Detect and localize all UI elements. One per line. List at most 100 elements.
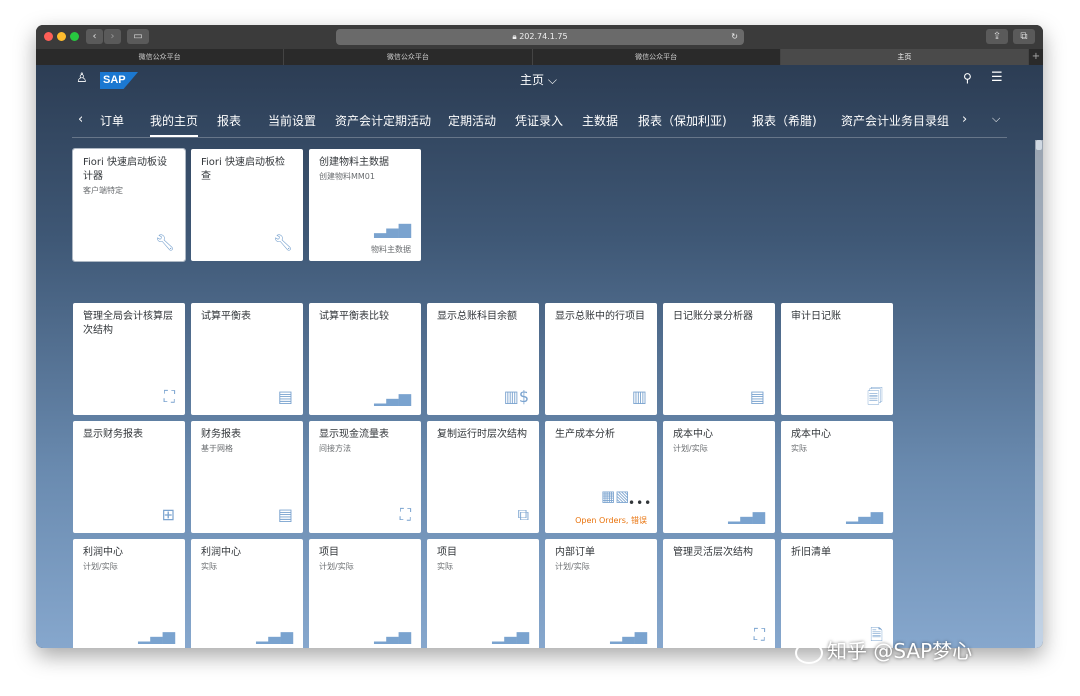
tile-title: 成本中心 bbox=[673, 429, 713, 440]
scrollbar[interactable] bbox=[1035, 140, 1043, 648]
bar-chart-icon: ▂▄▆ bbox=[374, 219, 411, 238]
tile-journal-analyzer[interactable]: 日记账分录分析器 ▤ bbox=[663, 303, 775, 415]
watermark: 知乎 @SAP梦心 bbox=[795, 635, 972, 664]
anchor-item-asset-periodic[interactable]: 资产会计定期活动 bbox=[335, 112, 431, 129]
tile-launchpad-designer[interactable]: Fiori 快速启动板设计器 客户端特定 🔧︎ bbox=[72, 148, 186, 262]
copy-hierarchy-icon: ⧉ bbox=[517, 505, 529, 524]
tile-title: 审计日记账 bbox=[791, 311, 841, 322]
tile-production-cost[interactable]: 生产成本分析 ▦▧ ••• Open Orders, 错误 bbox=[545, 421, 657, 533]
tile-cost-center-plan[interactable]: 成本中心 计划/实际 ▁▃▅ bbox=[663, 421, 775, 533]
wrench-icon: 🔧︎ bbox=[154, 233, 175, 252]
fiori-launchpad: ♙ SAP 主页 ⌵ ⚲ ☰ ‹ 订单 我的主页 报表 当前设置 资产会计定期活… bbox=[36, 65, 1043, 648]
tile-title: 内部订单 bbox=[555, 547, 595, 558]
tile-warning: Open Orders, 错误 bbox=[575, 516, 647, 525]
tile-title: 显示总账科目余额 bbox=[437, 311, 517, 322]
tile-internal-order[interactable]: 内部订单 计划/实际 ▁▃▅ bbox=[545, 539, 657, 648]
compare-chart-icon: ▁▃▅ bbox=[610, 625, 647, 644]
tile-financial-statement[interactable]: 显示财务报表 ⊞ bbox=[73, 421, 185, 533]
browser-tab-active[interactable]: 主页 bbox=[780, 49, 1029, 65]
tile-title: 项目 bbox=[437, 547, 457, 558]
anchor-item-reports[interactable]: 报表 bbox=[217, 112, 241, 129]
tile-subtitle: 实际 bbox=[791, 444, 807, 453]
tile-gl-balance[interactable]: 显示总账科目余额 ▥$ bbox=[427, 303, 539, 415]
browser-tab[interactable]: 微信公众平台 bbox=[36, 49, 285, 65]
hierarchy-icon: ⛶ bbox=[163, 387, 175, 406]
tile-launchpad-check[interactable]: Fiori 快速启动板检查 🔧︎ bbox=[191, 149, 303, 261]
chevron-down-icon[interactable]: ⌵ bbox=[992, 112, 1000, 126]
more-icon[interactable]: ••• bbox=[628, 496, 652, 510]
tile-title: 试算平衡表比较 bbox=[319, 311, 389, 322]
zoom-window-button[interactable] bbox=[70, 32, 79, 41]
chevron-right-icon[interactable]: › bbox=[962, 112, 967, 127]
share-icon[interactable]: ⇪ bbox=[986, 29, 1008, 44]
tile-title: 复制运行时层次结构 bbox=[437, 429, 527, 440]
tile-title: 显示财务报表 bbox=[83, 429, 143, 440]
tile-subtitle: 计划/实际 bbox=[83, 562, 118, 571]
browser-tab[interactable]: 微信公众平台 bbox=[284, 49, 533, 65]
tile-cash-flow[interactable]: 显示现金流量表 间接方法 ⛶ bbox=[309, 421, 421, 533]
report-icon: ▤ bbox=[749, 387, 765, 406]
chevron-left-icon[interactable]: ‹ bbox=[78, 112, 83, 127]
tile-profit-center-plan[interactable]: 利润中心 计划/实际 ▁▃▅ bbox=[73, 539, 185, 648]
hierarchy-icon: ⛶ bbox=[399, 505, 411, 524]
user-icon[interactable]: ♙ bbox=[76, 71, 88, 86]
search-icon[interactable]: ⚲ bbox=[963, 71, 972, 85]
anchor-item-periodic[interactable]: 定期活动 bbox=[448, 112, 496, 129]
tile-depreciation-list[interactable]: 折旧清单 🗎 bbox=[781, 539, 893, 648]
line-items-icon: ▥ bbox=[631, 387, 647, 406]
sidebar-toggle-icon[interactable]: ▭ bbox=[127, 29, 149, 44]
wrench-icon: 🔧︎ bbox=[272, 233, 293, 252]
address-text: 202.74.1.75 bbox=[519, 32, 568, 41]
tile-subtitle: 计划/实际 bbox=[673, 444, 708, 453]
tile-financial-report-grid[interactable]: 财务报表 基于网格 ▤ bbox=[191, 421, 303, 533]
notifications-menu-icon[interactable]: ☰ bbox=[991, 70, 1003, 85]
tile-project-plan[interactable]: 项目 计划/实际 ▁▃▅ bbox=[309, 539, 421, 648]
anchor-item-orders[interactable]: 订单 bbox=[100, 112, 124, 129]
shell-title-menu[interactable]: 主页 ⌵ bbox=[520, 71, 557, 88]
anchor-item-journal-entry[interactable]: 凭证录入 bbox=[515, 112, 563, 129]
tile-trial-balance[interactable]: 试算平衡表 ▤ bbox=[191, 303, 303, 415]
tile-title: 管理全局会计核算层次结构 bbox=[83, 311, 173, 336]
anchor-item-reports-greece[interactable]: 报表（希腊) bbox=[752, 112, 817, 129]
anchor-item-my-home[interactable]: 我的主页 bbox=[150, 112, 199, 137]
anchor-item-reports-bulgaria[interactable]: 报表（保加利亚) bbox=[638, 112, 727, 129]
address-bar[interactable]: 🔒︎ 202.74.1.75 ↻ bbox=[336, 29, 744, 45]
tile-subtitle: 实际 bbox=[437, 562, 453, 571]
financial-statement-icon: ⊞ bbox=[161, 505, 175, 524]
tile-gl-line-items[interactable]: 显示总账中的行项目 ▥ bbox=[545, 303, 657, 415]
new-tab-icon[interactable]: + bbox=[1029, 49, 1043, 65]
report-icon: ▤ bbox=[277, 505, 293, 524]
tile-create-material[interactable]: 创建物料主数据 创建物料MM01 ▂▄▆ 物料主数据 bbox=[309, 149, 421, 261]
anchor-item-current-settings[interactable]: 当前设置 bbox=[268, 112, 316, 129]
tabs-overview-icon[interactable]: ⧉ bbox=[1013, 29, 1035, 44]
balance-icon: ▥$ bbox=[503, 387, 529, 406]
tile-copy-runtime-hierarchy[interactable]: 复制运行时层次结构 ⧉ bbox=[427, 421, 539, 533]
tile-project-actual[interactable]: 项目 实际 ▁▃▅ bbox=[427, 539, 539, 648]
shell-title: 主页 bbox=[520, 73, 545, 87]
browser-window: ‹ › ▭ 🔒︎ 202.74.1.75 ↻ ⇪ ⧉ 微信公众平台 微信公众平台… bbox=[36, 25, 1043, 648]
tile-flexible-hierarchy[interactable]: 管理灵活层次结构 ⛶ bbox=[663, 539, 775, 648]
scrollbar-thumb[interactable] bbox=[1036, 140, 1042, 150]
watermark-text: 知乎 @SAP梦心 bbox=[827, 639, 973, 663]
anchor-item-master-data[interactable]: 主数据 bbox=[582, 112, 618, 129]
tile-trial-balance-compare[interactable]: 试算平衡表比较 ▁▃▅ bbox=[309, 303, 421, 415]
tile-title: 生产成本分析 bbox=[555, 429, 615, 440]
reload-icon[interactable]: ↻ bbox=[731, 29, 738, 45]
hierarchy-icon: ⛶ bbox=[753, 625, 765, 644]
anchor-item-asset-catalog[interactable]: 资产会计业务目录组 bbox=[841, 112, 949, 129]
browser-tab[interactable]: 微信公众平台 bbox=[533, 49, 781, 65]
tile-audit-journal[interactable]: 审计日记账 🗐 bbox=[781, 303, 893, 415]
anchor-navigation-bar: ‹ 订单 我的主页 报表 当前设置 资产会计定期活动 定期活动 凭证录入 主数据… bbox=[72, 109, 1007, 138]
back-button[interactable]: ‹ bbox=[86, 29, 103, 44]
chevron-down-icon: ⌵ bbox=[547, 73, 557, 87]
tile-cost-center-actual[interactable]: 成本中心 实际 ▁▃▅ bbox=[781, 421, 893, 533]
forward-button[interactable]: › bbox=[104, 29, 121, 44]
minimize-window-button[interactable] bbox=[57, 32, 66, 41]
close-window-button[interactable] bbox=[44, 32, 53, 41]
tile-title: 利润中心 bbox=[83, 547, 123, 558]
tile-manage-hierarchy[interactable]: 管理全局会计核算层次结构 ⛶ bbox=[73, 303, 185, 415]
compare-chart-icon: ▁▃▅ bbox=[846, 505, 883, 524]
tile-profit-center-actual[interactable]: 利润中心 实际 ▁▃▅ bbox=[191, 539, 303, 648]
tile-title: 显示总账中的行项目 bbox=[555, 311, 645, 322]
sap-logo[interactable]: SAP bbox=[100, 72, 138, 89]
